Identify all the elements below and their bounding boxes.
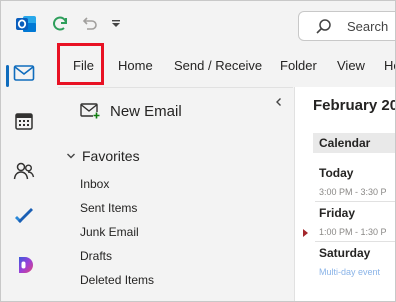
calendar-multiday-event[interactable]: Multi-day event <box>319 267 380 277</box>
calendar-event-time[interactable]: 3:00 PM - 3:30 P <box>319 187 387 197</box>
calendar-event-time[interactable]: 1:00 PM - 1:30 P <box>319 227 387 237</box>
outlook-logo-icon <box>15 13 37 35</box>
rail-item-calendar[interactable] <box>1 101 47 141</box>
mail-icon <box>13 65 35 81</box>
collapse-pane-chevron-icon[interactable] <box>274 94 284 112</box>
calendar-day-today: Today <box>319 166 354 180</box>
undo-icon[interactable] <box>77 13 99 35</box>
customize-toolbar-icon[interactable] <box>105 13 127 35</box>
tab-help[interactable]: He <box>384 58 395 73</box>
calendar-header: Calendar <box>313 133 395 153</box>
favorites-header[interactable]: Favorites <box>66 148 140 164</box>
sync-icon[interactable] <box>49 13 71 35</box>
search-icon <box>316 19 331 34</box>
calendar-divider <box>315 241 395 242</box>
folder-pane: New Email Favorites Inbox Sent Items Jun… <box>58 87 293 301</box>
copilot-icon <box>19 257 33 273</box>
tab-home[interactable]: Home <box>118 58 153 73</box>
new-email-icon <box>80 103 100 119</box>
search-label: Search <box>347 19 389 34</box>
current-event-marker-icon <box>303 229 308 237</box>
calendar-day-saturday: Saturday <box>319 246 371 260</box>
new-email-button[interactable]: New Email <box>80 102 182 120</box>
rail-item-todo[interactable] <box>1 197 47 237</box>
calendar-day-friday: Friday <box>319 206 356 220</box>
rail-item-copilot[interactable] <box>1 245 47 285</box>
folder-item-inbox[interactable]: Inbox <box>80 177 109 191</box>
chevron-down-icon <box>67 153 75 159</box>
folder-item-junk-email[interactable]: Junk Email <box>80 225 139 239</box>
folder-item-drafts[interactable]: Drafts <box>80 249 112 263</box>
outlook-window: Search File Home Send / Receive Folder V… <box>0 0 396 302</box>
calendar-icon <box>15 113 33 130</box>
tab-send-receive[interactable]: Send / Receive <box>174 58 262 73</box>
folder-item-sent-items[interactable]: Sent Items <box>80 201 137 215</box>
todo-check-icon <box>15 208 33 223</box>
title-bar: Search <box>1 1 395 47</box>
calendar-peek: February 20 Calendar Today 3:00 PM - 3:3… <box>294 87 396 301</box>
new-email-label: New Email <box>110 102 182 120</box>
tab-folder[interactable]: Folder <box>280 58 317 73</box>
active-indicator <box>6 65 9 87</box>
rail-item-people[interactable] <box>1 151 47 191</box>
calendar-header-label: Calendar <box>319 136 371 150</box>
people-icon <box>13 162 35 180</box>
folder-item-deleted-items[interactable]: Deleted Items <box>80 273 154 287</box>
calendar-month-title: February 20 <box>313 97 396 114</box>
rail-item-mail[interactable] <box>1 53 47 93</box>
file-tab-highlight <box>57 43 104 85</box>
favorites-label: Favorites <box>82 148 140 164</box>
tab-view[interactable]: View <box>337 58 365 73</box>
calendar-divider <box>315 201 395 202</box>
app-rail <box>1 47 47 301</box>
search-box[interactable]: Search <box>298 11 395 41</box>
